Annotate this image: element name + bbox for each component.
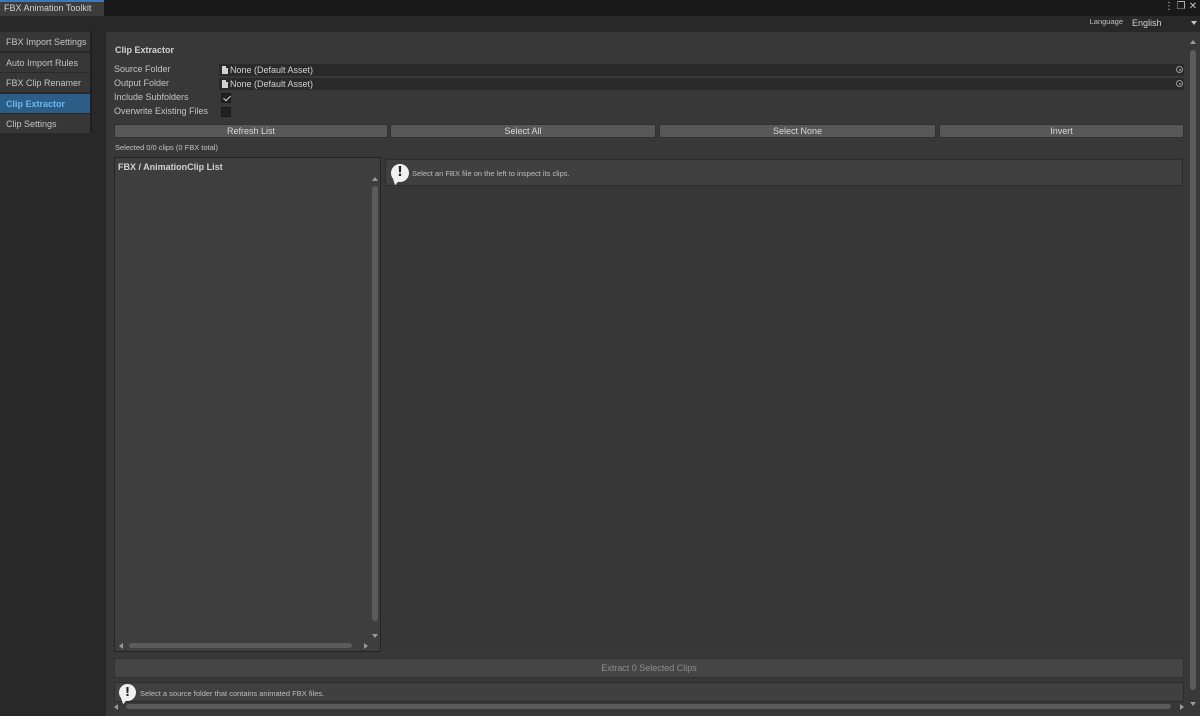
scroll-up-icon[interactable]: [1190, 40, 1196, 44]
footer-help-box: ! Select a source folder that contains a…: [114, 682, 1184, 702]
title-bar: FBX Animation Toolkit ⋮ ❐ ✕: [0, 0, 1200, 16]
output-folder-field[interactable]: None (Default Asset): [219, 78, 1184, 90]
sidebar-item-fbx-import-settings[interactable]: FBX Import Settings: [0, 32, 90, 52]
kebab-menu-icon[interactable]: ⋮: [1164, 1, 1174, 13]
select-all-button[interactable]: Select All: [390, 124, 656, 138]
clip-detail-area: [383, 157, 1183, 652]
info-exclamation-icon: !: [391, 164, 409, 182]
refresh-list-button[interactable]: Refresh List: [114, 124, 388, 138]
main-panel: Clip Extractor Source Folder None (Defau…: [106, 32, 1200, 716]
list-horizontal-scrollbar[interactable]: [117, 641, 370, 650]
list-title: FBX / AnimationClip List: [118, 162, 223, 172]
object-picker-icon[interactable]: [1176, 66, 1183, 73]
sidebar-item-fbx-clip-renamer[interactable]: FBX Clip Renamer: [0, 73, 90, 93]
output-folder-value: None (Default Asset): [230, 79, 314, 89]
detail-help-box: ! Select an FBX file on the left to insp…: [385, 159, 1183, 186]
extract-clips-button[interactable]: Extract 0 Selected Clips: [114, 658, 1184, 678]
chevron-down-icon: [1191, 21, 1197, 25]
main-vertical-scrollbar[interactable]: [1189, 38, 1197, 708]
detail-hint-text: Select an FBX file on the left to inspec…: [412, 169, 570, 178]
source-folder-field[interactable]: None (Default Asset): [219, 64, 1184, 76]
select-none-button[interactable]: Select None: [659, 124, 936, 138]
scroll-down-icon[interactable]: [1190, 702, 1196, 706]
close-icon[interactable]: ✕: [1188, 1, 1198, 13]
source-folder-value: None (Default Asset): [230, 65, 314, 75]
sidebar-item-clip-extractor[interactable]: Clip Extractor: [0, 94, 90, 114]
scrollbar-thumb[interactable]: [129, 643, 352, 648]
fbx-clip-list[interactable]: FBX / AnimationClip List: [114, 157, 381, 652]
info-exclamation-icon: !: [119, 684, 136, 701]
list-vertical-scrollbar[interactable]: [371, 175, 379, 640]
footer-hint-text: Select a source folder that contains ani…: [140, 689, 325, 698]
scroll-left-icon[interactable]: [119, 643, 123, 649]
sidebar-item-clip-settings[interactable]: Clip Settings: [0, 114, 90, 134]
scroll-left-icon[interactable]: [114, 704, 118, 710]
scroll-right-icon[interactable]: [1180, 704, 1184, 710]
selection-status: Selected 0/0 clips (0 FBX total): [115, 143, 218, 152]
file-icon: [222, 66, 228, 74]
language-label: Language: [1089, 17, 1123, 26]
page-title: Clip Extractor: [115, 45, 175, 55]
overwrite-existing-label: Overwrite Existing Files: [114, 106, 209, 116]
sidebar-item-auto-import-rules[interactable]: Auto Import Rules: [0, 53, 90, 73]
object-picker-icon[interactable]: [1176, 80, 1183, 87]
sidebar-divider: [90, 30, 92, 132]
output-folder-label: Output Folder: [114, 78, 170, 88]
include-subfolders-checkbox[interactable]: [221, 93, 231, 103]
file-icon: [222, 80, 228, 88]
scroll-down-icon[interactable]: [372, 634, 378, 638]
sidebar: FBX Import Settings Auto Import Rules FB…: [0, 30, 104, 716]
invert-button[interactable]: Invert: [939, 124, 1184, 138]
maximize-icon[interactable]: ❐: [1176, 1, 1186, 13]
include-subfolders-label: Include Subfolders: [114, 92, 189, 102]
scroll-right-icon[interactable]: [364, 643, 368, 649]
language-bar: Language English: [0, 16, 1200, 30]
window-tab[interactable]: FBX Animation Toolkit: [0, 0, 104, 16]
scroll-up-icon[interactable]: [372, 177, 378, 181]
main-horizontal-scrollbar[interactable]: [112, 702, 1186, 710]
language-selected-value: English: [1132, 18, 1162, 28]
overwrite-existing-checkbox[interactable]: [221, 107, 231, 117]
scrollbar-thumb[interactable]: [372, 186, 378, 621]
scrollbar-thumb[interactable]: [1190, 50, 1196, 690]
scrollbar-thumb[interactable]: [126, 704, 1171, 709]
language-dropdown[interactable]: English: [1130, 16, 1200, 30]
source-folder-label: Source Folder: [114, 64, 171, 74]
